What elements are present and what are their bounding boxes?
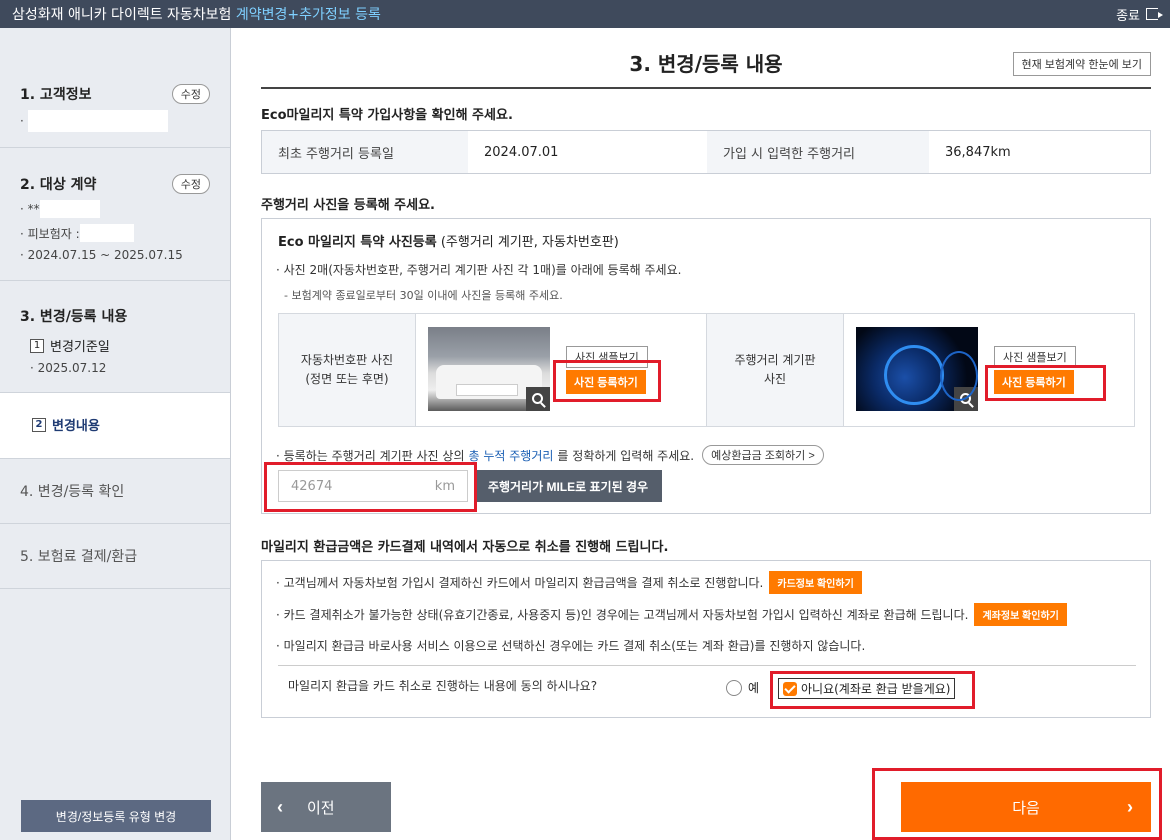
- highlight-frame-mileage-input: [264, 462, 477, 512]
- first-register-date-value: 2024.07.01: [484, 144, 559, 160]
- view-contract-button[interactable]: 현재 보험계약 한눈에 보기: [1012, 52, 1151, 76]
- chevron-left-icon: ‹: [277, 796, 283, 817]
- highlight-frame-next: [872, 768, 1162, 840]
- plate-photo-label: 자동차번호판 사진 (정면 또는 후면): [279, 314, 416, 426]
- zoom-button[interactable]: [526, 387, 550, 411]
- photo-instruction: · 사진 2매(자동차번호판, 주행거리 계기판 사진 각 1매)를 아래에 등…: [276, 263, 682, 277]
- contract-line-insured: · 피보험자 :: [20, 224, 210, 242]
- card-info-button[interactable]: 카드정보 확인하기: [769, 571, 862, 594]
- highlight-frame-dash-register: [985, 365, 1106, 401]
- masked-field: [27, 110, 168, 132]
- edit-customer-button[interactable]: 수정: [171, 84, 210, 104]
- prev-button[interactable]: ‹ 이전: [261, 782, 391, 832]
- dash-photo-label: 주행거리 계기판 사진: [707, 314, 844, 426]
- change-type-button[interactable]: 변경/정보등록 유형 변경: [21, 800, 211, 832]
- close-button[interactable]: 종료: [1116, 5, 1163, 24]
- plate-photo-thumbnail[interactable]: [428, 327, 550, 411]
- sidebar-title-payment: 5. 보험료 결제/환급: [20, 549, 138, 565]
- photo-box-title: Eco 마일리지 특약 사진등록 (주행거리 계기판, 자동차번호판): [278, 235, 619, 250]
- account-info-button[interactable]: 계좌정보 확인하기: [974, 603, 1067, 626]
- magnifier-icon: [959, 392, 971, 404]
- base-date-value: · 2025.07.12: [30, 361, 107, 375]
- masked-field: [39, 200, 100, 218]
- refund-line-card: · 고객님께서 자동차보험 가입시 결제하신 카드에서 마일리지 환급금액을 결…: [276, 571, 862, 594]
- consent-question: 마일리지 환급을 카드 취소로 진행하는 내용에 동의 하시나요?: [288, 679, 598, 693]
- eco-info-table: 최초 주행거리 등록일 2024.07.01 가입 시 입력한 주행거리 36,…: [261, 130, 1151, 174]
- exit-icon: [1146, 8, 1163, 20]
- sidebar-title-confirm: 4. 변경/등록 확인: [20, 484, 125, 500]
- total-mileage-highlight: 총 누적 주행거리: [468, 448, 554, 463]
- sidebar-section-contract: 2. 대상 계약 수정 · ** · 피보험자 : · 2024.07.15 ~…: [0, 148, 230, 281]
- title-divider: [261, 87, 1151, 89]
- customer-info-line: ·: [20, 110, 210, 132]
- masked-field: [79, 224, 134, 242]
- step-number: 2: [32, 417, 46, 432]
- mile-unit-button[interactable]: 주행거리가 MILE로 표기된 경우: [474, 470, 662, 502]
- sidebar-section-payment: 5. 보험료 결제/환급: [0, 524, 230, 589]
- consent-yes-radio[interactable]: 예: [726, 679, 759, 696]
- sidebar-step-change-content[interactable]: 2 변경내용: [0, 393, 230, 459]
- highlight-frame-consent-no: [770, 671, 975, 709]
- sidebar-step-base-date[interactable]: 1 변경기준일: [30, 336, 210, 355]
- sidebar-section-customer: 1. 고객정보 수정 ·: [0, 28, 230, 148]
- refund-line-instant: · 마일리지 환급금 바로사용 서비스 이용으로 선택하신 경우에는 카드 결제…: [276, 639, 866, 653]
- refund-divider: [278, 665, 1136, 666]
- photo-heading: 주행거리 사진을 등록해 주세요.: [261, 198, 435, 213]
- photo-deadline-note: - 보험계약 종료일로부터 30일 이내에 사진을 등록해 주세요.: [284, 289, 563, 302]
- contract-period: · 2024.07.15 ~ 2025.07.15: [20, 248, 183, 262]
- zoom-button[interactable]: [954, 387, 978, 411]
- highlight-frame-plate-register: [553, 360, 661, 402]
- refund-line-account: · 카드 결제취소가 불가능한 상태(유효기간종료, 사용중지 등)인 경우에는…: [276, 603, 1067, 626]
- refund-heading: 마일리지 환급금액은 카드결제 내역에서 자동으로 취소를 진행해 드립니다.: [261, 540, 669, 555]
- app-title: 삼성화재 애니카 다이렉트 자동차보험 계약변경+추가정보 등록: [12, 7, 381, 23]
- sidebar: 1. 고객정보 수정 · 2. 대상 계약 수정 · ** · 피보험자 : ·…: [0, 28, 231, 840]
- refund-lookup-button[interactable]: 예상환급금 조회하기 >: [702, 445, 824, 465]
- refund-box: · 고객님께서 자동차보험 가입시 결제하신 카드에서 마일리지 환급금액을 결…: [261, 560, 1151, 718]
- magnifier-icon: [531, 392, 543, 404]
- edit-contract-button[interactable]: 수정: [171, 174, 210, 194]
- dash-photo-thumbnail[interactable]: [856, 327, 978, 411]
- initial-mileage-value: 36,847km: [945, 144, 1011, 160]
- sidebar-section-change: 3. 변경/등록 내용 1 변경기준일 · 2025.07.12: [0, 281, 230, 393]
- app-title-accent: 계약변경+추가정보 등록: [235, 7, 381, 23]
- contract-line-1: · **: [20, 200, 210, 218]
- radio-circle-icon: [726, 679, 742, 696]
- top-bar: 삼성화재 애니카 다이렉트 자동차보험 계약변경+추가정보 등록 종료: [0, 0, 1170, 28]
- initial-mileage-label: 가입 시 입력한 주행거리: [707, 131, 929, 173]
- sidebar-section-confirm: 4. 변경/등록 확인: [0, 459, 230, 524]
- eco-heading: Eco마일리지 특약 가입사항을 확인해 주세요.: [261, 108, 513, 123]
- first-register-date-label: 최초 주행거리 등록일: [262, 131, 468, 173]
- step-number: 1: [30, 338, 44, 353]
- sidebar-title-change: 3. 변경/등록 내용: [20, 309, 128, 325]
